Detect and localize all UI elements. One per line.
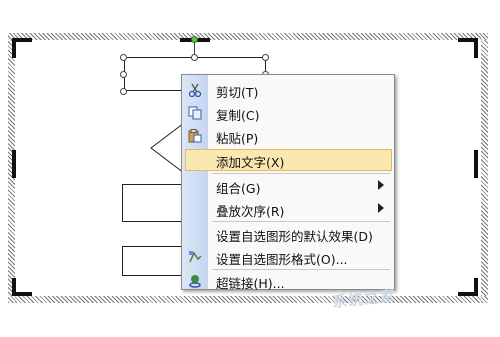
canvas-edge-right[interactable] bbox=[474, 150, 478, 178]
menu-item-hyperlink-label: 超链接(H)... bbox=[216, 276, 285, 291]
menu-item-paste-label: 粘贴(P) bbox=[216, 131, 259, 146]
submenu-arrow-icon bbox=[378, 180, 384, 190]
menu-separator bbox=[212, 173, 390, 174]
canvas-corner-bottom-right-v[interactable] bbox=[474, 278, 478, 296]
copy-icon bbox=[188, 106, 202, 120]
menu-item-add-text[interactable]: 添加文字(X) bbox=[185, 149, 392, 171]
canvas-corner-top-right-v[interactable] bbox=[474, 38, 478, 58]
rectangle-shape-3[interactable] bbox=[122, 246, 184, 276]
menu-item-order[interactable]: 叠放次序(R) bbox=[182, 198, 394, 220]
menu-item-paste[interactable]: 粘贴(P) bbox=[182, 125, 394, 147]
resize-handle-nw[interactable] bbox=[120, 54, 127, 61]
paste-icon bbox=[188, 129, 202, 143]
scissors-icon bbox=[188, 83, 202, 98]
menu-item-copy[interactable]: 复制(C) bbox=[182, 102, 394, 124]
menu-item-group-label: 组合(G) bbox=[216, 181, 261, 196]
canvas-edge-left[interactable] bbox=[12, 150, 16, 178]
menu-item-cut[interactable]: 剪切(T) bbox=[182, 79, 394, 101]
submenu-arrow-icon bbox=[378, 203, 384, 213]
hyperlink-icon bbox=[188, 274, 202, 288]
canvas-corner-bottom-left-v[interactable] bbox=[12, 278, 16, 296]
menu-separator bbox=[212, 221, 390, 222]
menu-item-add-text-label: 添加文字(X) bbox=[216, 155, 285, 170]
menu-item-format-shape-label: 设置自选图形格式(O)... bbox=[216, 252, 348, 267]
menu-item-set-default-effect[interactable]: 设置自选图形的默认效果(D) bbox=[182, 223, 394, 245]
resize-handle-sw[interactable] bbox=[120, 88, 127, 95]
menu-item-order-label: 叠放次序(R) bbox=[216, 204, 285, 219]
rectangle-shape-2[interactable] bbox=[122, 184, 184, 222]
resize-handle-w[interactable] bbox=[120, 71, 127, 78]
canvas-corner-top-left-v[interactable] bbox=[12, 38, 16, 58]
resize-handle-ne[interactable] bbox=[262, 54, 269, 61]
menu-item-format-shape[interactable]: 设置自选图形格式(O)... bbox=[182, 246, 394, 268]
context-menu: 剪切(T) 复制(C) 粘贴(P) 添加文字(X) 组合(G) 叠放次序(R) … bbox=[181, 74, 395, 291]
format-shape-icon bbox=[188, 250, 202, 264]
menu-item-group[interactable]: 组合(G) bbox=[182, 175, 394, 197]
rotate-handle[interactable] bbox=[191, 36, 198, 43]
resize-handle-n[interactable] bbox=[191, 54, 198, 61]
menu-item-cut-label: 剪切(T) bbox=[216, 85, 259, 100]
menu-item-copy-label: 复制(C) bbox=[216, 108, 260, 123]
menu-item-set-default-effect-label: 设置自选图形的默认效果(D) bbox=[216, 229, 373, 244]
